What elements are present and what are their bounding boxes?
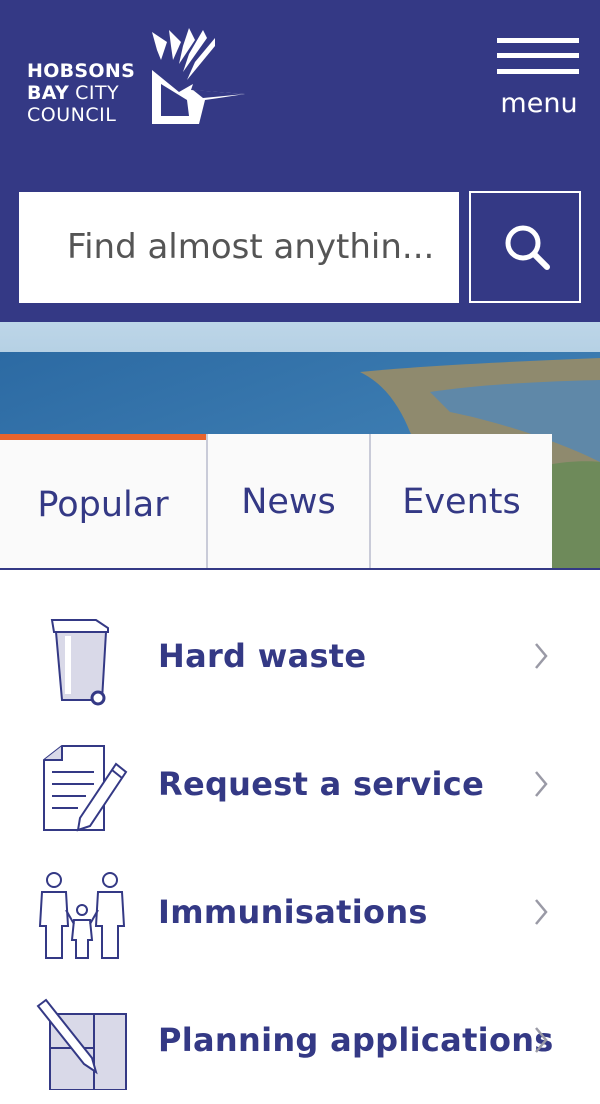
menu-button[interactable]: menu: [494, 38, 584, 123]
search-icon: [505, 225, 550, 270]
list-item-label: Immunisations: [158, 893, 428, 931]
menu-bar-middle: [497, 53, 579, 58]
council-logo[interactable]: HOBSONS BAY CITY COUNCIL: [27, 28, 257, 128]
chevron-right-icon: [535, 643, 548, 669]
chevron-right-icon: [535, 771, 548, 797]
tab-events-label: Events: [402, 481, 521, 522]
list-item-hard-waste[interactable]: Hard waste: [0, 592, 600, 720]
plan-pencil-icon: [36, 998, 127, 1090]
list-item-planning-applications[interactable]: Planning applications: [0, 976, 600, 1104]
content-tabs: Popular News Events: [0, 434, 552, 569]
list-item-request-a-service[interactable]: Request a service: [0, 720, 600, 848]
wheelie-bin-icon: [50, 619, 109, 706]
menu-bar-top: [497, 38, 579, 43]
list-item-label: Request a service: [158, 765, 485, 803]
tab-news[interactable]: News: [206, 434, 369, 569]
pelican-logo-icon: [152, 28, 245, 124]
document-pencil-icon: [43, 745, 128, 832]
logo-line-3: COUNCIL: [27, 104, 117, 126]
search-button[interactable]: [469, 191, 581, 303]
logo-line-1: HOBSONS: [27, 60, 136, 82]
list-item-immunisations[interactable]: Immunisations: [0, 848, 600, 976]
chevron-right-icon: [535, 899, 548, 925]
list-item-label: Hard waste: [158, 637, 367, 675]
logo-line-2-bold: BAY: [27, 82, 70, 104]
menu-label: menu: [500, 88, 578, 119]
tab-events[interactable]: Events: [369, 434, 552, 569]
tab-news-label: News: [241, 481, 336, 522]
family-icon: [38, 872, 126, 959]
logo-line-2-thin: CITY: [75, 82, 120, 104]
tab-popular-label: Popular: [37, 484, 169, 525]
list-item-label: Planning applications: [158, 1021, 554, 1059]
search-input[interactable]: Find almost anythin...: [19, 192, 459, 303]
site-header: HOBSONS BAY CITY COUNCIL menu Find almos…: [0, 0, 600, 322]
menu-bar-bottom: [497, 69, 579, 74]
logo-wordmark: HOBSONS BAY CITY COUNCIL: [27, 60, 135, 126]
chevron-right-icon: [535, 1027, 548, 1053]
tab-popular[interactable]: Popular: [0, 434, 206, 569]
tabs-divider: [0, 568, 600, 570]
